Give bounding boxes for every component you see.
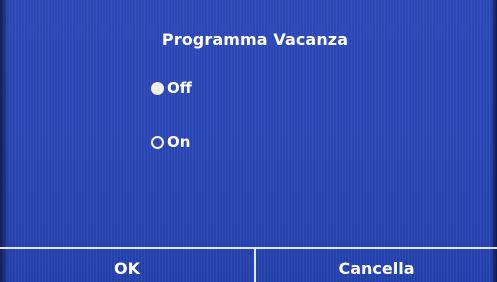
option-on[interactable]: On [151, 131, 190, 153]
option-off-label: Off [167, 79, 192, 97]
radio-unselected-icon[interactable] [151, 135, 164, 149]
option-on-label: On [167, 133, 191, 151]
radio-selected-icon[interactable] [151, 81, 164, 95]
vacation-program-screen: Programma Vacanza Off On OK Cancella [0, 0, 497, 282]
option-off[interactable]: Off [151, 77, 192, 99]
cancel-button[interactable]: Cancella [256, 249, 497, 282]
screen-title: Programma Vacanza [161, 30, 349, 49]
button-bar: OK Cancella [0, 247, 497, 282]
ok-button[interactable]: OK [0, 249, 256, 282]
